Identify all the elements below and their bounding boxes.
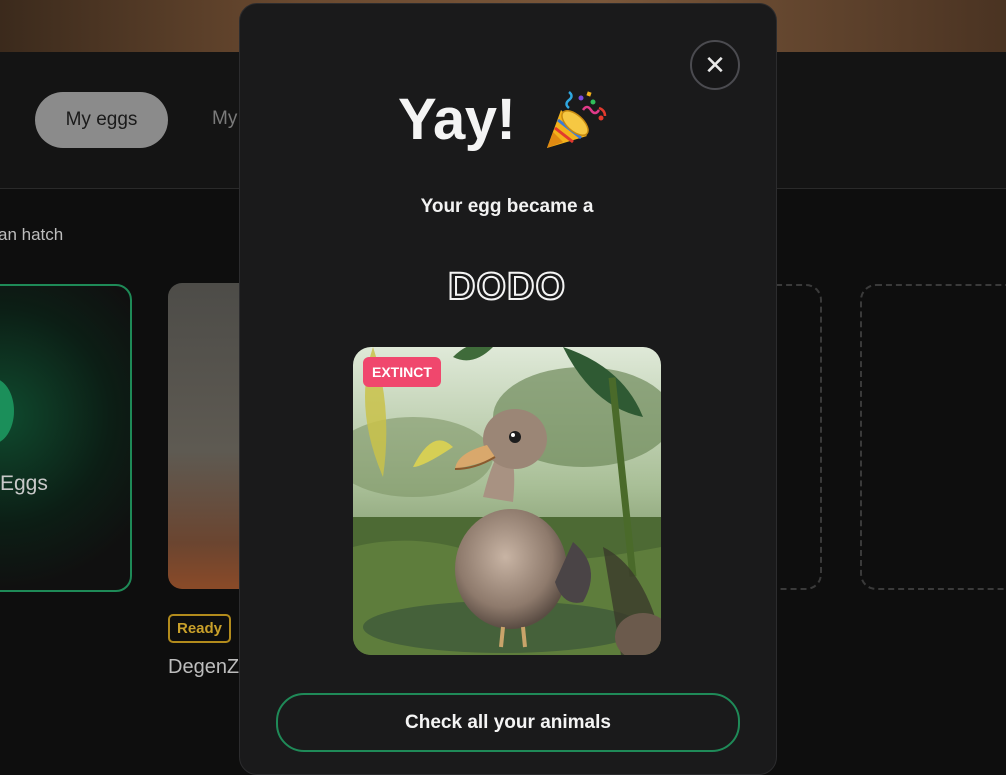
eggs-card-label: Eggs xyxy=(0,472,48,495)
close-button[interactable]: ✕ xyxy=(690,40,740,90)
modal-heading: Yay! xyxy=(398,87,516,152)
species-name: DODO xyxy=(447,265,566,309)
ready-badge: Ready xyxy=(168,614,232,643)
tab-my-other[interactable]: My xyxy=(212,108,237,130)
hatch-text: an hatch xyxy=(0,225,64,244)
modal-subtitle: Your egg became a xyxy=(420,196,594,217)
close-icon: ✕ xyxy=(704,50,726,80)
empty-slot-card[interactable] xyxy=(860,284,1006,590)
egg-card-name: DegenZ xyxy=(168,656,240,678)
tab-my-eggs[interactable]: My eggs xyxy=(35,92,168,148)
eggs-card[interactable] xyxy=(0,284,132,592)
party-popper-icon xyxy=(547,91,607,148)
extinct-badge: EXTINCT xyxy=(363,357,441,387)
check-animals-button[interactable]: Check all your animals xyxy=(276,693,740,752)
dodo-image xyxy=(353,347,661,655)
